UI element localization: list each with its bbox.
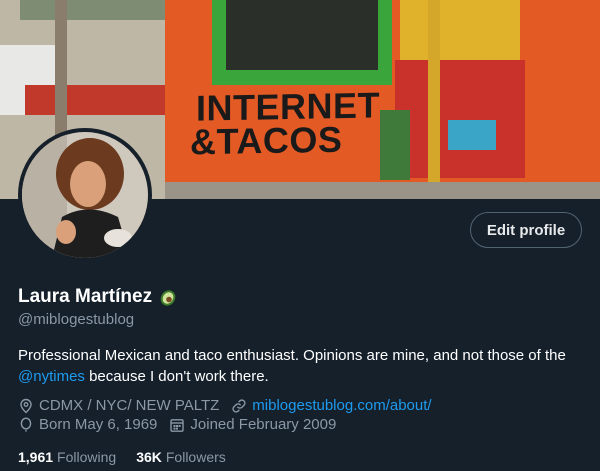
- profile-location: CDMX / NYC/ NEW PALTZ: [18, 397, 219, 414]
- profile-bio: Professional Mexican and taco enthusiast…: [18, 345, 588, 387]
- profile-meta-row-2: Born May 6, 1969 Joined February 2009: [18, 416, 348, 433]
- link-icon: [231, 398, 247, 414]
- followers-count: 36K: [136, 449, 162, 465]
- joined-text: Joined February 2009: [190, 416, 337, 433]
- calendar-icon: [169, 417, 185, 433]
- birthday-text: Born May 6, 1969: [39, 416, 158, 433]
- location-text: CDMX / NYC/ NEW PALTZ: [39, 397, 220, 414]
- bio-text-end: because I don't work there.: [84, 368, 269, 385]
- profile-handle: @miblogestublog: [18, 311, 135, 328]
- profile-avatar[interactable]: [18, 128, 152, 262]
- banner-sign-line-2: &TACOS: [190, 118, 343, 163]
- profile-name: Laura Martínez: [18, 286, 153, 307]
- followers-link[interactable]: 36K Followers: [136, 449, 226, 465]
- profile-meta-row-1: CDMX / NYC/ NEW PALTZ miblogestublog.com…: [18, 397, 444, 414]
- bio-mention-link[interactable]: @nytimes: [18, 368, 85, 385]
- balloon-icon: [18, 416, 34, 433]
- profile-name-row: Laura Martínez: [18, 286, 178, 308]
- follow-stats: 1,961 Following 36K Followers: [18, 449, 246, 465]
- followers-label: Followers: [165, 449, 226, 465]
- website-link[interactable]: miblogestublog.com/about/: [252, 397, 431, 414]
- avatar-photo: [22, 132, 148, 258]
- avocado-icon: [158, 287, 178, 307]
- bio-text-start: Professional Mexican and taco enthusiast…: [18, 347, 566, 364]
- following-count: 1,961: [18, 449, 54, 465]
- location-pin-icon: [18, 398, 34, 414]
- following-label: Following: [57, 449, 117, 465]
- profile-joined: Joined February 2009: [169, 416, 336, 433]
- profile-birthday: Born May 6, 1969: [18, 416, 157, 433]
- profile-website[interactable]: miblogestublog.com/about/: [231, 397, 432, 414]
- following-link[interactable]: 1,961 Following: [18, 449, 116, 465]
- edit-profile-button[interactable]: Edit profile: [470, 212, 582, 248]
